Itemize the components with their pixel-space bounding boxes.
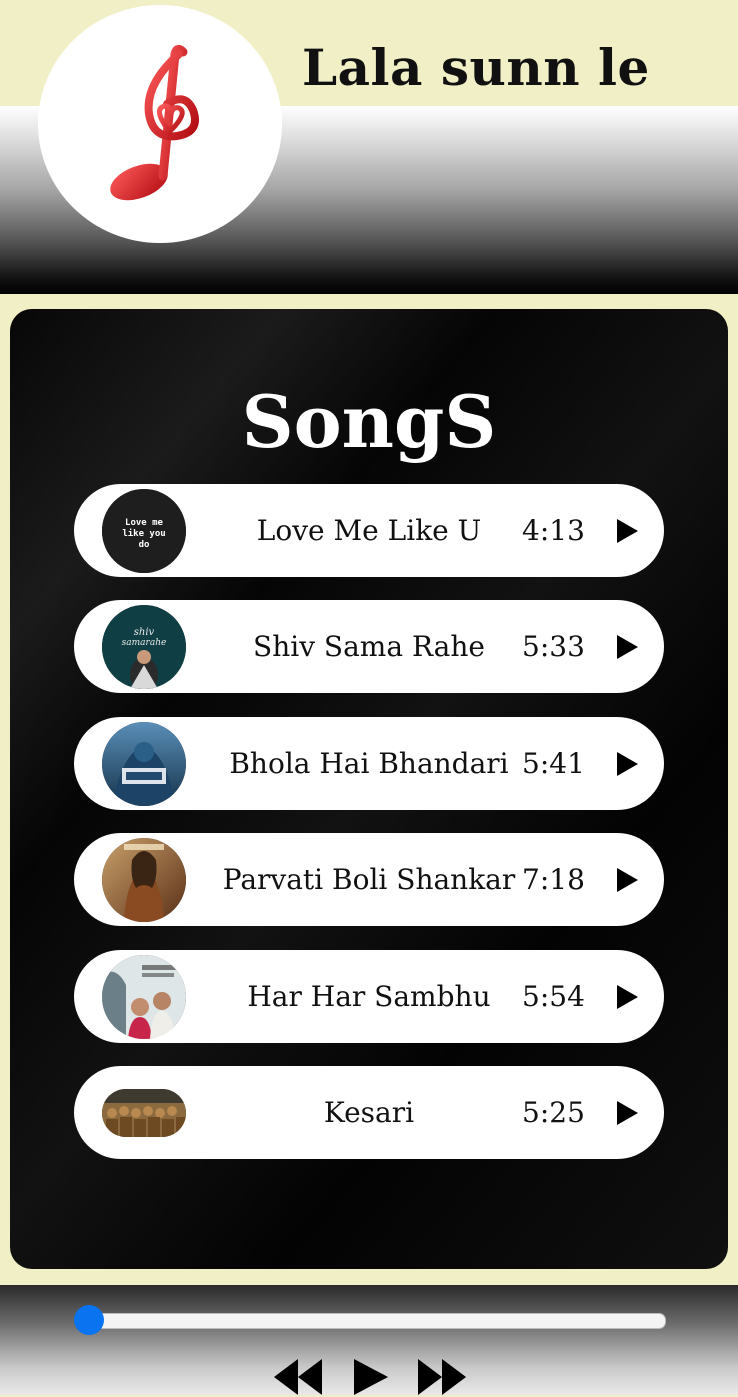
- song-duration: 5:41: [522, 747, 585, 780]
- song-row-love-me-like-u[interactable]: Love me like you do Love Me Like U 4:13: [74, 484, 664, 577]
- song-title: Love Me Like U: [256, 514, 482, 547]
- song-row-bhola-hai-bhandari[interactable]: Bhola Hai Bhandari 5:41: [74, 717, 664, 810]
- play-icon[interactable]: [614, 1100, 640, 1126]
- song-row-har-har-sambhu[interactable]: Har Har Sambhu 5:54: [74, 950, 664, 1043]
- song-duration: 5:54: [522, 980, 585, 1013]
- player-bar: [0, 1285, 738, 1395]
- song-row-parvati-boli-shankar[interactable]: Parvati Boli Shankar 7:18: [74, 833, 664, 926]
- music-note-heart-icon: [110, 44, 199, 201]
- app-title: Lala sunn le: [302, 38, 650, 97]
- song-title: Bhola Hai Bhandari: [229, 747, 509, 780]
- song-title: Kesari: [323, 1096, 415, 1129]
- song-row-shiv-sama-rahe[interactable]: shiv samarahe Shiv Sama Rahe 5:33: [74, 600, 664, 693]
- play-icon[interactable]: [614, 751, 640, 777]
- svg-text:Love me: Love me: [125, 518, 164, 528]
- play-icon[interactable]: [614, 634, 640, 660]
- rewind-icon[interactable]: [272, 1357, 324, 1397]
- play-icon[interactable]: [614, 867, 640, 893]
- song-duration: 7:18: [522, 863, 585, 896]
- play-icon[interactable]: [614, 518, 640, 544]
- song-thumbnail: [102, 1089, 186, 1137]
- fast-forward-icon[interactable]: [416, 1357, 468, 1397]
- songs-panel: SongS Love me like you do Love Me Like U…: [10, 309, 728, 1269]
- song-row-kesari[interactable]: Kesari 5:25: [74, 1066, 664, 1159]
- song-thumbnail: Love me like you do: [102, 489, 186, 573]
- song-title: Shiv Sama Rahe: [253, 630, 485, 663]
- song-thumbnail: [102, 722, 186, 806]
- song-title: Har Har Sambhu: [247, 980, 491, 1013]
- svg-text:shiv: shiv: [134, 627, 155, 638]
- logo: [38, 5, 282, 243]
- play-icon[interactable]: [614, 984, 640, 1010]
- svg-text:like you: like you: [122, 528, 165, 539]
- svg-text:do: do: [139, 540, 150, 550]
- song-duration: 5:25: [522, 1096, 585, 1129]
- song-title: Parvati Boli Shankar: [222, 863, 516, 896]
- song-duration: 4:13: [522, 514, 585, 547]
- songs-heading: SongS: [241, 379, 497, 464]
- play-icon[interactable]: [350, 1357, 390, 1397]
- header: Lala sunn le: [0, 0, 738, 294]
- svg-text:samarahe: samarahe: [122, 638, 167, 648]
- progress-slider-knob[interactable]: [74, 1305, 104, 1335]
- song-thumbnail: [102, 955, 186, 1039]
- progress-track[interactable]: [88, 1313, 666, 1329]
- song-thumbnail: shiv samarahe: [102, 605, 186, 689]
- song-thumbnail: [102, 838, 186, 922]
- song-duration: 5:33: [522, 630, 585, 663]
